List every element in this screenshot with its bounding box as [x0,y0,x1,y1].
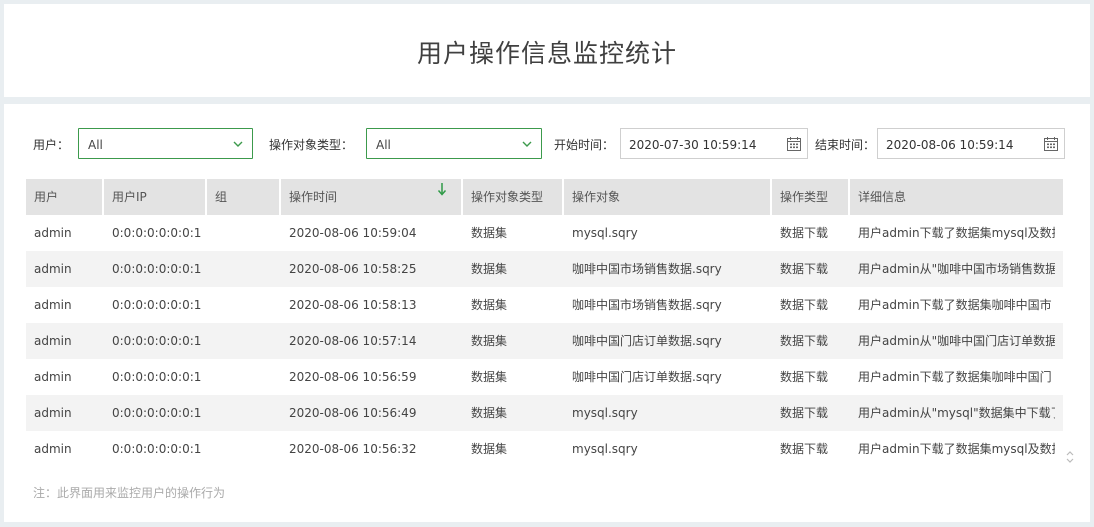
cell-details: 用户admin下载了数据集咖啡中国市 [858,298,1052,312]
cell-operation-type: 数据下载 [780,226,829,240]
scroll-updown-icon[interactable] [1065,449,1075,465]
table-row[interactable]: admin 0:0:0:0:0:0:0:1 2020-08-06 10:56:32 数… [26,431,1063,467]
cell-user-ip: 0:0:0:0:0:0:0:1 [112,262,202,276]
start-time-value: 2020-07-30 10:59:14 [629,138,757,152]
cell-group [207,359,281,395]
cell-user: admin [34,226,72,240]
start-time-input[interactable]: 2020-07-30 10:59:14 [620,128,808,159]
table-row[interactable]: admin 0:0:0:0:0:0:0:1 2020-08-06 10:58:13 数… [26,287,1063,323]
cell-group [207,215,281,251]
cell-operation-type: 数据下载 [780,334,829,348]
cell-operation-time: 2020-08-06 10:58:25 [289,262,417,276]
cell-user: admin [34,262,72,276]
column-header-details[interactable]: 详细信息 [850,179,1063,215]
end-time-value: 2020-08-06 10:59:14 [886,138,1014,152]
cell-user-ip: 0:0:0:0:0:0:0:1 [112,442,202,456]
cell-operation-time: 2020-08-06 10:56:32 [289,442,417,456]
cell-object: 咖啡中国市场销售数据.sqry [572,262,722,276]
column-header-object[interactable]: 操作对象 [564,179,772,215]
footnote: 注：此界面用来监控用户的操作行为 [33,486,226,500]
operations-table: 用户 用户IP 组 操作时间 操作对象类型 操作对象 操作类型 详细信息 adm… [26,179,1063,467]
chevron-down-icon [233,141,243,147]
table-body: admin 0:0:0:0:0:0:0:1 2020-08-06 10:59:04 数… [26,215,1063,467]
cell-user: admin [34,370,72,384]
cell-user: admin [34,406,72,420]
object-type-select[interactable]: All [366,128,542,159]
cell-object: mysql.sqry [572,226,638,240]
object-type-select-value: All [376,138,391,152]
cell-user-ip: 0:0:0:0:0:0:0:1 [112,226,202,240]
cell-user-ip: 0:0:0:0:0:0:0:1 [112,406,202,420]
cell-object-type: 数据集 [471,226,508,240]
cell-operation-type: 数据下载 [780,406,829,420]
cell-operation-time: 2020-08-06 10:56:49 [289,406,417,420]
arrow-down-icon[interactable] [437,182,447,196]
cell-object: 咖啡中国门店订单数据.sqry [572,334,722,348]
cell-user-ip: 0:0:0:0:0:0:0:1 [112,298,202,312]
cell-object-type: 数据集 [471,406,508,420]
cell-user-ip: 0:0:0:0:0:0:0:1 [112,334,202,348]
column-header-operation-type[interactable]: 操作类型 [772,179,850,215]
end-time-label: 结束时间： [815,138,876,152]
cell-object-type: 数据集 [471,370,508,384]
cell-object-type: 数据集 [471,334,508,348]
calendar-icon[interactable] [1043,136,1059,152]
type-filter-label: 操作对象类型： [269,138,354,152]
table-row[interactable]: admin 0:0:0:0:0:0:0:1 2020-08-06 10:56:59 数… [26,359,1063,395]
chevron-down-icon [522,141,532,147]
cell-group [207,431,281,467]
cell-object: mysql.sqry [572,442,638,456]
table-row[interactable]: admin 0:0:0:0:0:0:0:1 2020-08-06 10:59:04 数… [26,215,1063,251]
column-header-group[interactable]: 组 [207,179,281,215]
cell-operation-time: 2020-08-06 10:56:59 [289,370,417,384]
cell-object-type: 数据集 [471,262,508,276]
main-panel: 用户： All 操作对象类型： All 开始时间： 2020-07-30 10:… [4,104,1090,522]
calendar-icon[interactable] [786,136,802,152]
column-header-object-type[interactable]: 操作对象类型 [463,179,564,215]
header-panel: 用户操作信息监控统计 [4,4,1090,97]
cell-object: mysql.sqry [572,406,638,420]
cell-operation-time: 2020-08-06 10:59:04 [289,226,417,240]
cell-group [207,287,281,323]
cell-details: 用户admin下载了数据集mysql及数据 [858,226,1055,240]
user-filter-label: 用户： [33,138,70,152]
table-row[interactable]: admin 0:0:0:0:0:0:0:1 2020-08-06 10:57:14 数… [26,323,1063,359]
cell-object: 咖啡中国市场销售数据.sqry [572,298,722,312]
column-header-user-ip[interactable]: 用户IP [104,179,207,215]
table-row[interactable]: admin 0:0:0:0:0:0:0:1 2020-08-06 10:56:49 数… [26,395,1063,431]
cell-group [207,395,281,431]
cell-operation-type: 数据下载 [780,370,829,384]
cell-object-type: 数据集 [471,442,508,456]
cell-user-ip: 0:0:0:0:0:0:0:1 [112,370,202,384]
cell-user: admin [34,298,72,312]
cell-details: 用户admin从"咖啡中国门店订单数据" [858,334,1055,348]
column-header-user[interactable]: 用户 [26,179,104,215]
cell-object-type: 数据集 [471,298,508,312]
user-select-value: All [88,138,103,152]
cell-operation-type: 数据下载 [780,298,829,312]
cell-operation-type: 数据下载 [780,262,829,276]
cell-user: admin [34,334,72,348]
cell-group [207,251,281,287]
cell-details: 用户admin从"咖啡中国市场销售数据" [858,262,1055,276]
cell-operation-time: 2020-08-06 10:58:13 [289,298,417,312]
cell-details: 用户admin下载了数据集咖啡中国门 [858,370,1052,384]
user-select[interactable]: All [78,128,253,159]
table-row[interactable]: admin 0:0:0:0:0:0:0:1 2020-08-06 10:58:25 数… [26,251,1063,287]
column-header-operation-time-label: 操作时间 [289,190,338,204]
cell-details: 用户admin下载了数据集mysql及数据 [858,442,1055,456]
start-time-label: 开始时间： [554,138,615,152]
cell-details: 用户admin从"mysql"数据集中下载了1 [858,406,1055,420]
column-header-operation-time[interactable]: 操作时间 [281,179,463,215]
cell-user: admin [34,442,72,456]
cell-group [207,323,281,359]
end-time-input[interactable]: 2020-08-06 10:59:14 [877,128,1065,159]
table-header: 用户 用户IP 组 操作时间 操作对象类型 操作对象 操作类型 详细信息 [26,179,1063,215]
cell-object: 咖啡中国门店订单数据.sqry [572,370,722,384]
cell-operation-time: 2020-08-06 10:57:14 [289,334,417,348]
page-title: 用户操作信息监控统计 [416,39,677,68]
cell-operation-type: 数据下载 [780,442,829,456]
